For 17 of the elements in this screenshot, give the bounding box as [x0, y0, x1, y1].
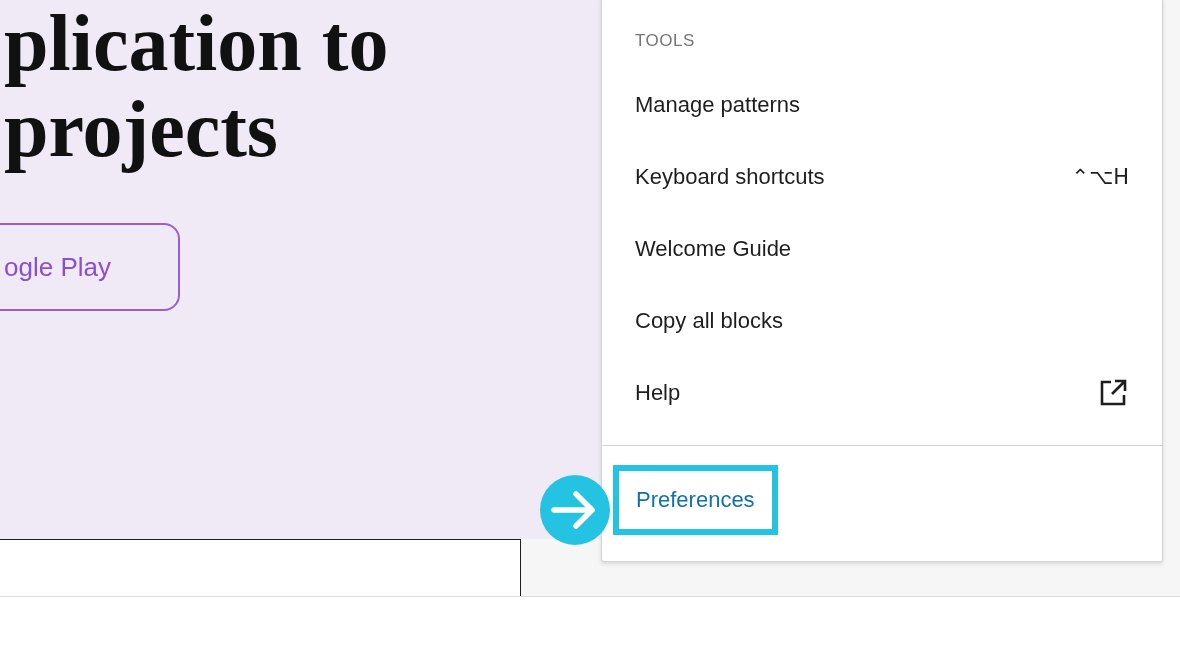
menu-item[interactable]: Welcome Guide — [602, 213, 1162, 285]
heading-line: plication to — [4, 0, 390, 86]
preferences-menu-item[interactable]: Preferences — [613, 465, 778, 535]
menu-item-label: Welcome Guide — [635, 236, 792, 262]
menu-item-label: Manage patterns — [635, 92, 801, 118]
menu-item[interactable]: Keyboard shortcuts ⌃⌥H — [602, 141, 1162, 213]
text-block[interactable] — [0, 539, 521, 596]
menu-item-label: Help — [635, 380, 681, 406]
menu-item[interactable]: Manage patterns — [602, 69, 1162, 141]
section-label: TOOLS — [635, 31, 696, 51]
menu-item-label: Keyboard shortcuts — [635, 164, 825, 190]
heading-line: projects — [4, 86, 278, 172]
menu-item[interactable]: Copy all blocks — [602, 285, 1162, 357]
google-play-button[interactable]: ogle Play — [0, 223, 180, 311]
menu-item[interactable]: Help — [602, 357, 1162, 429]
shortcut-label: ⌃⌥H — [1071, 165, 1129, 189]
menu-item-label: Copy all blocks — [635, 308, 783, 334]
